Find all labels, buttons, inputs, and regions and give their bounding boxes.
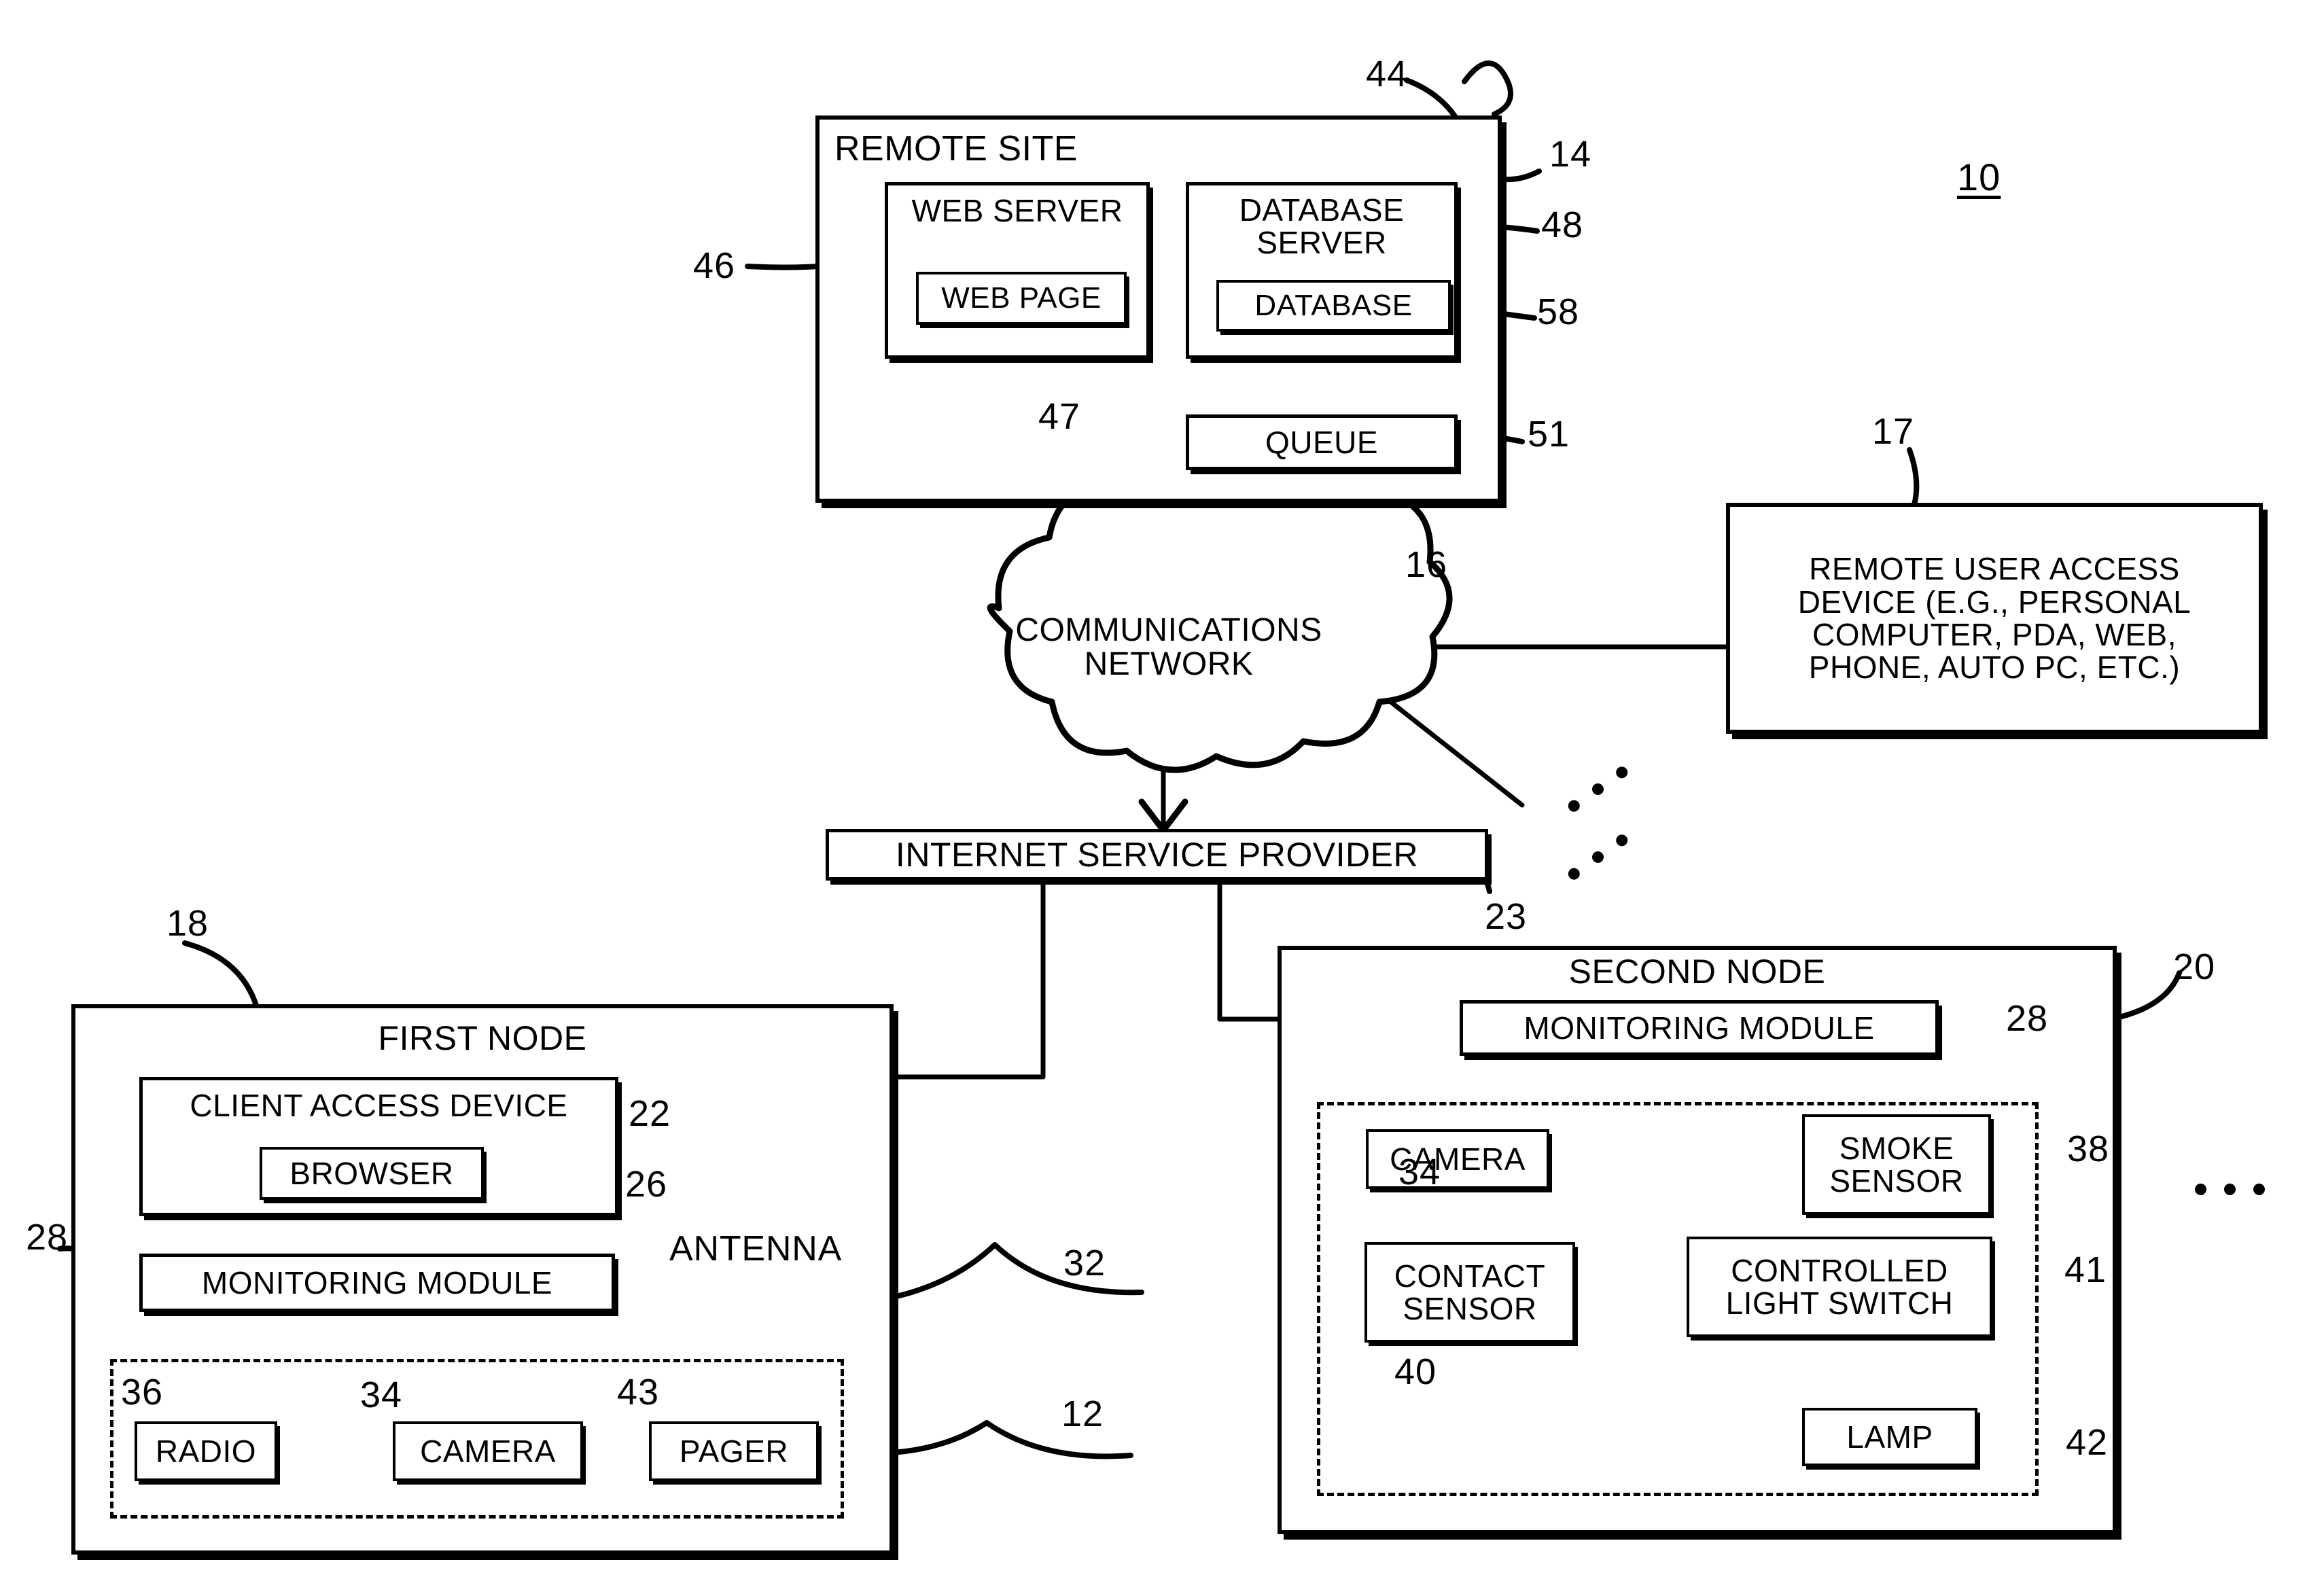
lamp-title: LAMP (1846, 1419, 1933, 1455)
leader-44-hook (1462, 60, 1513, 117)
first-node-title: FIRST NODE (378, 1018, 587, 1057)
patent-figure-canvas: 10 REMOTE SITE 14 44 WEB SERVER 46 WEB P… (0, 0, 2307, 1596)
ref-20: 20 (2173, 946, 2216, 987)
ref-44: 44 (1366, 54, 1409, 94)
ref-34-second: 34 (1398, 1152, 1441, 1192)
monitoring-module-second-title: MONITORING MODULE (1524, 1010, 1875, 1046)
browser-title: BROWSER (289, 1155, 454, 1191)
ref-28-second: 28 (2006, 998, 2049, 1039)
pager-title: PAGER (679, 1433, 789, 1469)
ref-36: 36 (121, 1372, 164, 1413)
contact-sensor-title: CONTACT SENSOR (1394, 1258, 1546, 1326)
isp-title: INTERNET SERVICE PROVIDER (895, 835, 1419, 874)
figure-number: 10 (1957, 156, 2001, 198)
network-title: COMMUNICATIONS NETWORK (1015, 611, 1322, 682)
ref-46: 46 (693, 245, 736, 286)
ref-26: 26 (625, 1164, 668, 1205)
remote-user-access-device-title: REMOTE USER ACCESS DEVICE (E.G., PERSONA… (1797, 551, 2191, 686)
antenna-label: ANTENNA (669, 1229, 843, 1269)
ref-22: 22 (629, 1093, 671, 1134)
ref-48: 48 (1541, 205, 1584, 245)
ref-38: 38 (2067, 1129, 2110, 1169)
ref-12: 12 (1061, 1394, 1104, 1434)
ref-51: 51 (1528, 414, 1570, 455)
camera-first-title: CAMERA (420, 1433, 556, 1469)
ref-40: 40 (1394, 1351, 1437, 1392)
controlled-light-switch-title: CONTROLLED LIGHT SWITCH (1725, 1252, 1954, 1321)
web-server-title: WEB SERVER (911, 192, 1123, 228)
client-access-device-title: CLIENT ACCESS DEVICE (190, 1087, 568, 1123)
wire-network-branch-diagonal (1377, 690, 1525, 808)
ref-17: 17 (1872, 411, 1915, 452)
database-title: DATABASE (1254, 288, 1413, 322)
ref-34-first: 34 (360, 1375, 403, 1415)
queue-title: QUEUE (1265, 424, 1379, 460)
ref-43: 43 (617, 1372, 660, 1413)
ref-41: 41 (2064, 1249, 2107, 1290)
ref-18: 18 (166, 903, 209, 944)
ref-58: 58 (1537, 291, 1580, 332)
remote-site-title: REMOTE SITE (834, 129, 1078, 169)
ref-23: 23 (1485, 896, 1528, 937)
web-page-title: WEB PAGE (941, 281, 1102, 315)
leader-18 (182, 940, 261, 1015)
second-node-title: SECOND NODE (1568, 952, 1826, 991)
radio-title: RADIO (155, 1433, 257, 1469)
ref-28-first: 28 (26, 1217, 69, 1258)
ref-42: 42 (2066, 1422, 2109, 1463)
leader-20 (2114, 970, 2182, 1021)
monitoring-module-first-title: MONITORING MODULE (201, 1264, 553, 1300)
ref-47: 47 (1038, 396, 1081, 437)
smoke-sensor-title: SMOKE SENSOR (1829, 1130, 1964, 1199)
database-server-title: DATABASE SERVER (1239, 192, 1405, 260)
ref-16: 16 (1405, 544, 1448, 585)
ref-14: 14 (1549, 134, 1592, 175)
ref-32: 32 (1063, 1243, 1106, 1283)
camera-second-title: CAMERA (1390, 1141, 1526, 1177)
ellipsis-node-continuation (2195, 1184, 2265, 1195)
